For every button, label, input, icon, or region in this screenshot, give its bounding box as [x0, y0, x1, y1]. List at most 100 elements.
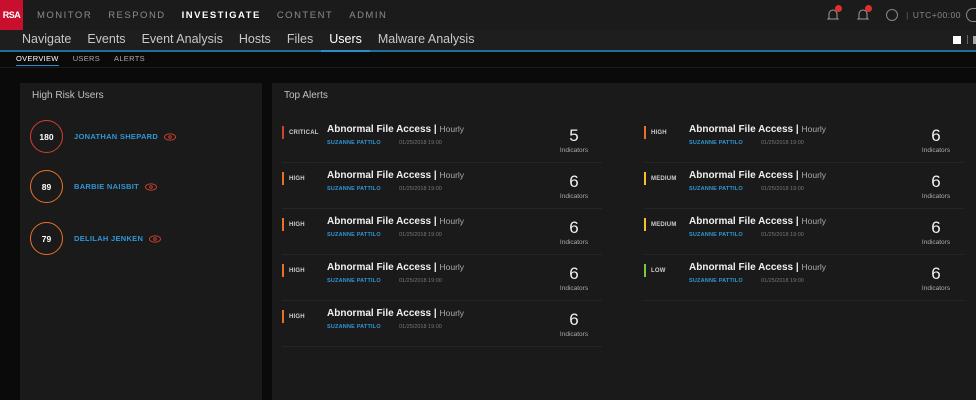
alert-user-link[interactable]: SUZANNE PATTILO — [689, 186, 743, 192]
sub-nav-files[interactable]: Files — [279, 32, 321, 50]
rsa-logo[interactable]: RSA — [0, 0, 23, 30]
investigate-sub-nav: Navigate Events Event Analysis Hosts Fil… — [0, 30, 976, 52]
alert-date: 01/25/2018 19:00 — [399, 232, 442, 238]
alert-name[interactable]: Abnormal File Access | Hourly — [689, 216, 826, 227]
top-nav-content[interactable]: CONTENT — [277, 10, 333, 21]
sub-nav-users[interactable]: Users — [321, 32, 370, 52]
indicators-label: Indicators — [921, 193, 951, 200]
alert-frequency: Hourly — [801, 124, 827, 134]
alert-name[interactable]: Abnormal File Access | Hourly — [327, 124, 464, 135]
alert-item[interactable]: MEDIUM Abnormal File Access | Hourly SUZ… — [644, 216, 964, 255]
layout-icon[interactable] — [953, 35, 961, 44]
tab-users[interactable]: USERS — [73, 54, 100, 65]
alert-name[interactable]: Abnormal File Access | Hourly — [327, 262, 464, 273]
alert-item[interactable]: MEDIUM Abnormal File Access | Hourly SUZ… — [644, 170, 964, 209]
sub-nav-hosts[interactable]: Hosts — [231, 32, 279, 50]
top-nav-admin[interactable]: ADMIN — [349, 10, 387, 21]
indicators-label: Indicators — [921, 147, 951, 154]
top-nav-investigate[interactable]: INVESTIGATE — [182, 10, 261, 21]
alert-name[interactable]: Abnormal File Access | Hourly — [327, 170, 464, 181]
alert-user-link[interactable]: SUZANNE PATTILO — [327, 232, 381, 238]
severity-label: HIGH — [651, 130, 667, 136]
severity-bar — [282, 218, 284, 231]
watch-icon[interactable] — [145, 182, 157, 191]
timezone-label[interactable]: UTC+00:00 — [913, 10, 961, 20]
alert-item[interactable]: HIGH Abnormal File Access | Hourly SUZAN… — [282, 262, 602, 301]
alert-title[interactable]: Abnormal File Access — [327, 262, 431, 273]
alert-title[interactable]: Abnormal File Access — [689, 124, 793, 135]
alert-title[interactable]: Abnormal File Access — [689, 216, 793, 227]
divider — [967, 35, 968, 44]
alert-divider — [644, 300, 964, 301]
alert-user-link[interactable]: SUZANNE PATTILO — [327, 324, 381, 330]
alert-name[interactable]: Abnormal File Access | Hourly — [689, 262, 826, 273]
tab-alerts[interactable]: ALERTS — [114, 54, 145, 65]
alert-date: 01/25/2018 19:00 — [399, 278, 442, 284]
alert-title[interactable]: Abnormal File Access — [327, 170, 431, 181]
alert-user-link[interactable]: SUZANNE PATTILO — [689, 140, 743, 146]
alert-title[interactable]: Abnormal File Access — [689, 170, 793, 181]
top-alerts-title: Top Alerts — [284, 90, 328, 101]
indicators-label: Indicators — [559, 331, 589, 338]
notifications-icon[interactable] — [826, 5, 843, 22]
user-name-link[interactable]: DELILAH JENKEN — [74, 234, 143, 243]
alert-frequency: Hourly — [439, 124, 465, 134]
severity-bar — [644, 126, 646, 139]
alert-item[interactable]: HIGH Abnormal File Access | Hourly SUZAN… — [282, 216, 602, 255]
alerts-bell-icon[interactable] — [856, 5, 873, 22]
high-risk-users-title: High Risk Users — [32, 90, 104, 101]
risk-user-row[interactable]: 79 DELILAH JENKEN — [30, 222, 162, 255]
alert-user-link[interactable]: SUZANNE PATTILO — [327, 186, 381, 192]
overview-content: High Risk Users 180 JONATHAN SHEPARD 89 … — [0, 83, 976, 400]
alert-divider — [644, 254, 964, 255]
alert-title[interactable]: Abnormal File Access — [327, 308, 431, 319]
alert-name[interactable]: Abnormal File Access | Hourly — [689, 124, 826, 135]
alert-user-link[interactable]: SUZANNE PATTILO — [327, 278, 381, 284]
severity-label: MEDIUM — [651, 176, 677, 182]
notification-badge-icon — [835, 5, 843, 12]
timezone-area[interactable]: | UTC+00:00 — [886, 8, 976, 22]
tab-overview[interactable]: OVERVIEW — [16, 54, 59, 66]
alert-item[interactable]: HIGH Abnormal File Access | Hourly SUZAN… — [282, 308, 602, 347]
top-nav-monitor[interactable]: MONITOR — [37, 10, 92, 21]
alert-frequency: Hourly — [801, 262, 827, 272]
watch-icon[interactable] — [164, 132, 177, 141]
alert-divider — [282, 300, 602, 301]
alert-item[interactable]: CRITICAL Abnormal File Access | Hourly S… — [282, 124, 602, 163]
alert-user-link[interactable]: SUZANNE PATTILO — [689, 278, 743, 284]
sub-nav-malware-analysis[interactable]: Malware Analysis — [370, 32, 483, 50]
severity-label: MEDIUM — [651, 222, 677, 228]
risk-user-row[interactable]: 180 JONATHAN SHEPARD — [30, 120, 177, 153]
alert-title[interactable]: Abnormal File Access — [327, 124, 431, 135]
alert-name[interactable]: Abnormal File Access | Hourly — [327, 216, 464, 227]
indicators-label: Indicators — [559, 147, 589, 154]
indicators-label: Indicators — [921, 239, 951, 246]
alert-item[interactable]: HIGH Abnormal File Access | Hourly SUZAN… — [644, 124, 964, 163]
sub-nav-event-analysis[interactable]: Event Analysis — [134, 32, 231, 50]
watch-icon[interactable] — [149, 234, 162, 243]
alert-name[interactable]: Abnormal File Access | Hourly — [327, 308, 464, 319]
alert-item[interactable]: HIGH Abnormal File Access | Hourly SUZAN… — [282, 170, 602, 209]
help-icon[interactable] — [966, 8, 976, 22]
alert-divider — [282, 254, 602, 255]
alert-divider — [282, 208, 602, 209]
sub-nav-events[interactable]: Events — [79, 32, 133, 50]
indicator-count: 6 — [569, 218, 579, 237]
user-profile-icon[interactable] — [886, 9, 899, 21]
alert-date: 01/25/2018 19:00 — [399, 186, 442, 192]
alert-name[interactable]: Abnormal File Access | Hourly — [689, 170, 826, 181]
alert-divider — [644, 208, 964, 209]
user-name-link[interactable]: BARBIE NAISBIT — [74, 182, 139, 191]
alert-title[interactable]: Abnormal File Access — [327, 216, 431, 227]
severity-bar — [282, 264, 284, 277]
alert-title[interactable]: Abnormal File Access — [689, 262, 793, 273]
user-name-link[interactable]: JONATHAN SHEPARD — [74, 132, 158, 141]
top-nav-respond[interactable]: RESPOND — [108, 10, 165, 21]
alert-date: 01/25/2018 19:00 — [761, 186, 804, 192]
risk-user-row[interactable]: 89 BARBIE NAISBIT — [30, 170, 157, 203]
sub-nav-navigate[interactable]: Navigate — [0, 32, 79, 50]
alert-user-link[interactable]: SUZANNE PATTILO — [689, 232, 743, 238]
alert-user-link[interactable]: SUZANNE PATTILO — [327, 140, 381, 146]
alert-item[interactable]: LOW Abnormal File Access | Hourly SUZANN… — [644, 262, 964, 301]
indicator-count: 6 — [569, 172, 579, 191]
